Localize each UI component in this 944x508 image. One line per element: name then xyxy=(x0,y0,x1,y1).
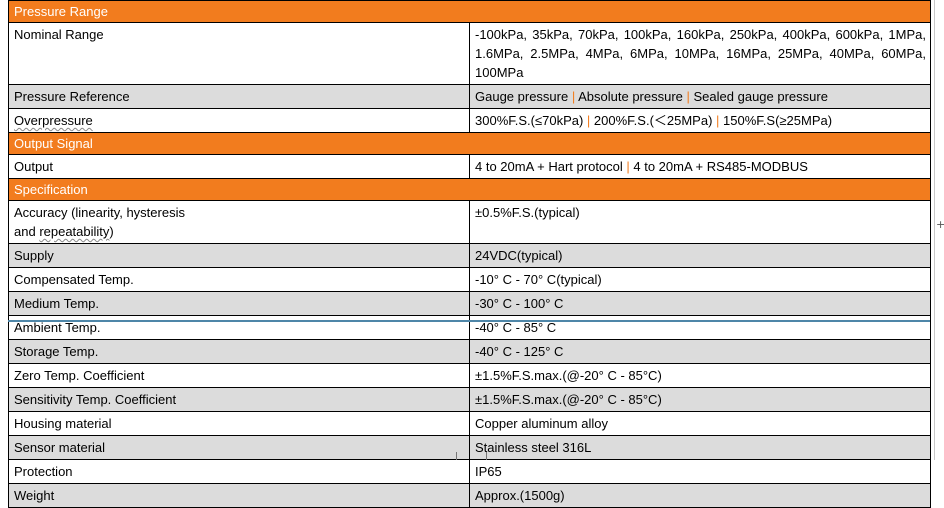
row-label: Compensated Temp. xyxy=(8,267,470,292)
table-resize-handle-icon[interactable]: + xyxy=(936,218,944,232)
separator: | xyxy=(583,113,594,128)
row-value: Approx.(1500g) xyxy=(469,483,931,508)
table-row-medium-temp: Medium Temp. -30° C - 100° C xyxy=(8,291,931,316)
table-row-accuracy: Accuracy (linearity, hysteresis and repe… xyxy=(8,200,931,244)
value-option: 4 to 20mA + Hart protocol xyxy=(475,159,623,174)
ruler-tick xyxy=(456,452,457,460)
value-option: Gauge pressure xyxy=(475,89,569,104)
row-value: ±1.5%F.S.max.(@-20° C - 85°C) xyxy=(469,363,931,388)
row-value: -30° C - 100° C xyxy=(469,291,931,316)
text-cursor-line xyxy=(8,320,930,322)
row-label: Weight xyxy=(8,483,470,508)
row-label: Output xyxy=(8,154,470,179)
label-line: Accuracy (linearity, hysteresis xyxy=(14,205,185,220)
row-value: -100kPa, 35kPa, 70kPa, 100kPa, 160kPa, 2… xyxy=(469,22,931,85)
row-label: Zero Temp. Coefficient xyxy=(8,363,470,388)
row-value: Stainless steel 316L xyxy=(469,435,931,460)
section-header-specification: Specification xyxy=(8,178,931,201)
value-option: Sealed gauge pressure xyxy=(693,89,828,104)
row-value: -10° C - 70° C(typical) xyxy=(469,267,931,292)
row-value: 24VDC(typical) xyxy=(469,243,931,268)
table-row-supply: Supply 24VDC(typical) xyxy=(8,243,931,268)
section-header-output-signal: Output Signal xyxy=(8,132,931,155)
row-label: Nominal Range xyxy=(8,22,470,85)
row-label: Medium Temp. xyxy=(8,291,470,316)
table-row-weight: Weight Approx.(1500g) xyxy=(8,483,931,508)
table-row-compensated-temp: Compensated Temp. -10° C - 70° C(typical… xyxy=(8,267,931,292)
separator: | xyxy=(682,89,694,104)
row-label: Pressure Reference xyxy=(8,84,470,109)
row-value: Gauge pressure | Absolute pressure | Sea… xyxy=(469,84,931,109)
row-label: Accuracy (linearity, hysteresis and repe… xyxy=(8,200,470,244)
row-label: Storage Temp. xyxy=(8,339,470,364)
value-option: Absolute pressure xyxy=(578,89,683,104)
value-option: 200%F.S.(＜25MPa) xyxy=(593,113,713,128)
label-word: and xyxy=(14,224,40,239)
section-header-pressure-range: Pressure Range xyxy=(8,0,931,23)
table-row-sensitivity-temp-coefficient: Sensitivity Temp. Coefficient ±1.5%F.S.m… xyxy=(8,387,931,412)
separator: | xyxy=(622,159,634,174)
row-value: 300%F.S.(≤70kPa) | 200%F.S.(＜25MPa) | 15… xyxy=(469,108,931,133)
value-option: 4 to 20mA + RS485-MODBUS xyxy=(633,159,808,174)
value-option: 300%F.S.(≤70kPa) xyxy=(475,113,584,128)
table-row-zero-temp-coefficient: Zero Temp. Coefficient ±1.5%F.S.max.(@-2… xyxy=(8,363,931,388)
separator: | xyxy=(568,89,579,104)
value-option: 150%F.S(≥25MPa) xyxy=(723,113,833,128)
spellcheck-word: Overpressure xyxy=(14,113,93,128)
row-label: Protection xyxy=(8,459,470,484)
row-label: Housing material xyxy=(8,411,470,436)
table-row-pressure-reference: Pressure Reference Gauge pressure | Abso… xyxy=(8,84,931,109)
row-label: Sensitivity Temp. Coefficient xyxy=(8,387,470,412)
page-edge xyxy=(934,0,935,460)
row-value: 4 to 20mA + Hart protocol | 4 to 20mA + … xyxy=(469,154,931,179)
separator: | xyxy=(712,113,724,128)
table-row-nominal-range: Nominal Range -100kPa, 35kPa, 70kPa, 100… xyxy=(8,22,931,85)
label-line: and repeatability) xyxy=(14,224,114,239)
table-row-storage-temp: Storage Temp. -40° C - 125° C xyxy=(8,339,931,364)
row-value: -40° C - 125° C xyxy=(469,339,931,364)
row-label: Supply xyxy=(8,243,470,268)
table-row-protection: Protection IP65 xyxy=(8,459,931,484)
table-row-housing-material: Housing material Copper aluminum alloy xyxy=(8,411,931,436)
table-row-sensor-material: Sensor material Stainless steel 316L xyxy=(8,435,931,460)
section-title: Specification xyxy=(8,178,931,201)
row-label: Overpressure xyxy=(8,108,470,133)
row-label: Sensor material xyxy=(8,435,470,460)
ruler-tick xyxy=(486,452,487,460)
specification-table: Pressure Range Nominal Range -100kPa, 35… xyxy=(8,0,931,508)
row-value: ±1.5%F.S.max.(@-20° C - 85°C) xyxy=(469,387,931,412)
section-title: Pressure Range xyxy=(8,0,931,23)
row-value: IP65 xyxy=(469,459,931,484)
row-value: ±0.5%F.S.(typical) xyxy=(469,200,931,244)
row-value: Copper aluminum alloy xyxy=(469,411,931,436)
section-title: Output Signal xyxy=(8,132,931,155)
table-row-overpressure: Overpressure 300%F.S.(≤70kPa) | 200%F.S.… xyxy=(8,108,931,133)
table-row-output: Output 4 to 20mA + Hart protocol | 4 to … xyxy=(8,154,931,179)
spellcheck-word: repeatability xyxy=(39,224,110,239)
